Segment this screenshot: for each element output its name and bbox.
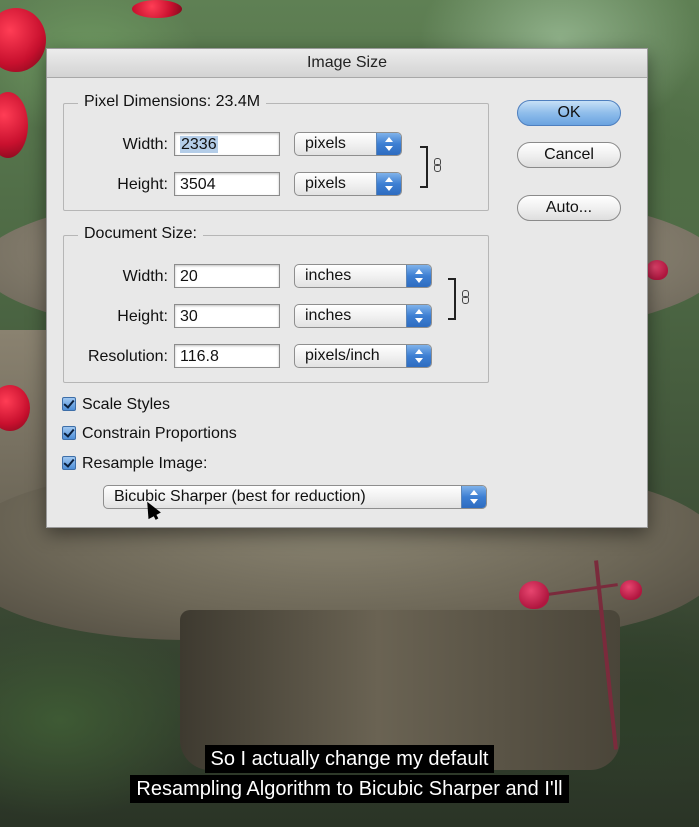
checkbox-checked-icon — [62, 426, 76, 440]
pixel-height-input[interactable]: 3504 — [174, 172, 280, 196]
doc-height-label: Height: — [117, 308, 168, 325]
doc-height-value: 30 — [180, 308, 198, 325]
updown-arrows-icon — [406, 305, 431, 327]
resolution-label: Resolution: — [87, 348, 168, 365]
constrain-bracket — [420, 146, 428, 188]
pixel-width-unit-select[interactable]: pixels — [294, 132, 402, 156]
doc-width-input[interactable]: 20 — [174, 264, 280, 288]
doc-width-unit-select[interactable]: inches — [294, 264, 432, 288]
updown-arrows-icon — [406, 265, 431, 287]
caption-line-1: So I actually change my default — [204, 745, 495, 773]
doc-height-input[interactable]: 30 — [174, 304, 280, 328]
pixel-height-unit-select[interactable]: pixels — [294, 172, 402, 196]
image-size-dialog: Image Size Pixel Dimensions: 23.4M Width… — [46, 48, 648, 528]
resolution-value: 116.8 — [180, 348, 219, 365]
updown-arrows-icon — [406, 345, 431, 367]
chain-link-icon — [461, 290, 469, 304]
pixel-height-row: Height: — [64, 172, 168, 198]
resolution-row: Resolution: — [64, 344, 168, 370]
pixel-width-value: 2336 — [180, 136, 218, 153]
pixel-width-unit: pixels — [305, 135, 346, 152]
flower-bud — [620, 580, 642, 600]
flower-bud — [646, 260, 668, 280]
resolution-unit-select[interactable]: pixels/inch — [294, 344, 432, 368]
flower-bud — [519, 581, 549, 609]
auto-button[interactable]: Auto... — [517, 195, 621, 221]
pixel-dimensions-group: Pixel Dimensions: 23.4M Width: 2336 pixe… — [63, 93, 489, 211]
checkbox-checked-icon — [62, 456, 76, 470]
resolution-unit: pixels/inch — [305, 347, 380, 364]
pixel-height-value: 3504 — [180, 176, 216, 193]
constrain-proportions-label: Constrain Proportions — [82, 425, 237, 442]
doc-height-row: Height: — [64, 304, 168, 330]
document-size-title: Document Size: — [78, 225, 203, 243]
doc-width-row: Width: — [64, 264, 168, 290]
updown-arrows-icon — [376, 173, 401, 195]
chain-link-icon — [433, 158, 441, 172]
doc-height-unit: inches — [305, 307, 352, 324]
pixel-width-label: Width: — [122, 136, 168, 153]
resample-method-select[interactable]: Bicubic Sharper (best for reduction) — [103, 485, 487, 509]
pixel-width-input[interactable]: 2336 — [174, 132, 280, 156]
caption-line-2: Resampling Algorithm to Bicubic Sharper … — [130, 775, 569, 803]
resample-image-label: Resample Image: — [82, 455, 208, 472]
updown-arrows-icon — [461, 486, 486, 508]
cancel-button[interactable]: Cancel — [517, 142, 621, 168]
video-caption: So I actually change my default Resampli… — [0, 744, 699, 804]
checkbox-checked-icon — [62, 397, 76, 411]
red-flower — [132, 0, 182, 18]
doc-width-value: 20 — [180, 268, 198, 285]
updown-arrows-icon — [376, 133, 401, 155]
doc-height-unit-select[interactable]: inches — [294, 304, 432, 328]
doc-width-label: Width: — [122, 268, 168, 285]
constrain-bracket — [448, 278, 456, 320]
ok-button[interactable]: OK — [517, 100, 621, 126]
document-size-group: Document Size: Width: 20 inches Height: … — [63, 225, 489, 383]
dialog-title: Image Size — [47, 49, 647, 78]
scale-styles-label: Scale Styles — [82, 396, 171, 413]
pixel-height-unit: pixels — [305, 175, 346, 192]
resolution-input[interactable]: 116.8 — [174, 344, 280, 368]
pixel-width-row: Width: — [64, 132, 168, 158]
pixel-height-label: Height: — [117, 176, 168, 193]
pixel-dimensions-title: Pixel Dimensions: 23.4M — [78, 93, 267, 111]
doc-width-unit: inches — [305, 267, 352, 284]
